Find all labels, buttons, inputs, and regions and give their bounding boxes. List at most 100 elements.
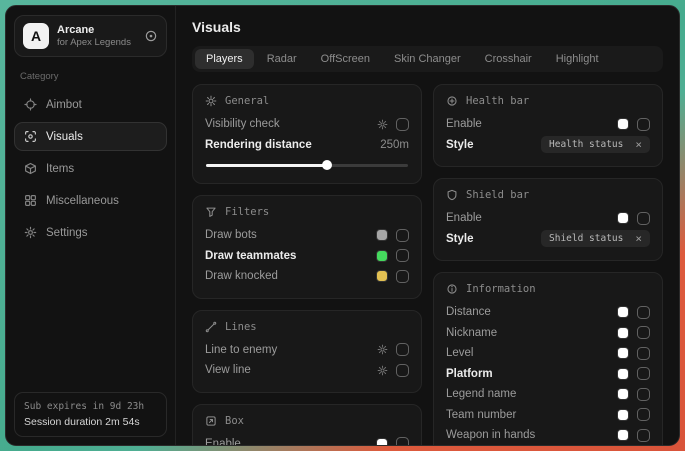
card-box: BoxEnableEnable background (192, 404, 422, 446)
checkbox-legend-name[interactable] (637, 388, 650, 401)
plus-circle-icon (446, 95, 458, 107)
checkbox-draw-knocked[interactable] (396, 270, 409, 283)
sub-expires-text: Sub expires in 9d 23h (24, 401, 157, 412)
sidebar-item-aimbot[interactable]: Aimbot (14, 90, 167, 119)
row-label: View line (205, 364, 251, 376)
setting-row: Enable (446, 114, 650, 135)
color-swatch[interactable] (376, 270, 388, 282)
card-health-bar: Health bar Enable Style Health status× (433, 84, 663, 167)
checkbox-platform[interactable] (637, 367, 650, 380)
color-swatch[interactable] (617, 118, 629, 130)
card-shield-bar: Shield barEnableStyleShield status× (433, 178, 663, 261)
sidebar-item-settings[interactable]: Settings (14, 218, 167, 247)
setting-row: Draw bots (205, 225, 409, 246)
sidebar-item-label: Settings (46, 227, 88, 239)
row-label: Enable (446, 118, 482, 130)
row-label: Enable (446, 212, 482, 224)
card-information: InformationDistanceNicknameLevelPlatform… (433, 272, 663, 445)
color-swatch[interactable] (617, 212, 629, 224)
tab-highlight[interactable]: Highlight (545, 49, 610, 69)
row-controls (376, 249, 409, 262)
color-swatch[interactable] (617, 347, 629, 359)
target-icon[interactable] (144, 29, 158, 43)
settings-icon[interactable] (377, 365, 388, 376)
slider-fill (206, 164, 327, 167)
row-label: Line to enemy (205, 344, 277, 356)
main-panel: Visuals PlayersRadarOffScreenSkin Change… (176, 6, 679, 445)
row-controls: Shield status× (541, 230, 650, 247)
grid-icon (24, 194, 37, 207)
color-swatch[interactable] (617, 306, 629, 318)
color-swatch[interactable] (376, 250, 388, 262)
setting-row: Style Health status× (446, 135, 650, 156)
tab-players[interactable]: Players (195, 49, 254, 69)
sidebar: A Arcane for Apex Legends Category Aimbo… (6, 6, 176, 445)
checkbox-draw-teammates[interactable] (396, 249, 409, 262)
row-controls: 250m (380, 139, 409, 151)
close-icon[interactable]: × (635, 139, 642, 150)
row-label: Style (446, 139, 474, 151)
card-header: General (205, 95, 409, 107)
card-header: Health bar (446, 95, 650, 107)
checkbox-view-line[interactable] (396, 364, 409, 377)
color-swatch[interactable] (617, 429, 629, 441)
slider-thumb[interactable] (322, 160, 332, 170)
color-swatch[interactable] (376, 438, 388, 445)
tab-offscreen[interactable]: OffScreen (310, 49, 381, 69)
color-swatch[interactable] (617, 409, 629, 421)
sidebar-item-label: Aimbot (46, 99, 82, 111)
setting-row: Team number (446, 405, 650, 426)
settings-icon[interactable] (377, 344, 388, 355)
checkbox-enable[interactable] (637, 212, 650, 225)
settings-icon[interactable] (377, 119, 388, 130)
row-label: Visibility check (205, 118, 280, 130)
shield-icon (446, 189, 458, 201)
checkbox-enable[interactable] (637, 118, 650, 131)
tab-skin-changer[interactable]: Skin Changer (383, 49, 472, 69)
checkbox-level[interactable] (637, 347, 650, 360)
card-title: Lines (225, 321, 257, 333)
tab-radar[interactable]: Radar (256, 49, 308, 69)
checkbox-line-to-enemy[interactable] (396, 343, 409, 356)
checkbox-draw-bots[interactable] (396, 229, 409, 242)
sidebar-item-label: Miscellaneous (46, 195, 119, 207)
card-header: Filters (205, 206, 409, 218)
sidebar-item-visuals[interactable]: Visuals (14, 122, 167, 151)
setting-row: Nickname (446, 323, 650, 344)
sidebar-item-items[interactable]: Items (14, 154, 167, 183)
style-select[interactable]: Health status× (541, 136, 650, 153)
style-select[interactable]: Shield status× (541, 230, 650, 247)
rendering-distance-slider[interactable] (206, 161, 408, 170)
row-label: Weapon in hands (446, 429, 535, 441)
sidebar-item-label: Visuals (46, 131, 83, 143)
setting-row: Enable (446, 208, 650, 229)
checkbox-visibility-check[interactable] (396, 118, 409, 131)
close-icon[interactable]: × (635, 233, 642, 244)
setting-row: Weapon in hands (446, 425, 650, 445)
tab-crosshair[interactable]: Crosshair (474, 49, 543, 69)
app-name: Arcane (57, 24, 131, 36)
row-label: Distance (446, 306, 491, 318)
setting-row: Line to enemy (205, 340, 409, 361)
color-swatch[interactable] (617, 388, 629, 400)
checkbox-weapon-in-hands[interactable] (637, 429, 650, 442)
row-controls: Health status× (541, 136, 650, 153)
checkbox-nickname[interactable] (637, 326, 650, 339)
crosshair-icon (24, 98, 37, 111)
sun-icon (205, 95, 217, 107)
color-swatch[interactable] (376, 229, 388, 241)
gear-icon (24, 226, 37, 239)
row-label: Nickname (446, 327, 497, 339)
brand-text: Arcane for Apex Legends (57, 24, 131, 48)
setting-row: Level (446, 343, 650, 364)
sidebar-item-miscellaneous[interactable]: Miscellaneous (14, 186, 167, 215)
checkbox-enable[interactable] (396, 437, 409, 445)
checkbox-distance[interactable] (637, 306, 650, 319)
color-swatch[interactable] (617, 327, 629, 339)
session-duration-text: Session duration 2m 54s (24, 416, 157, 428)
row-label: Enable (205, 438, 241, 445)
cards-area: GeneralVisibility checkRendering distanc… (192, 84, 663, 445)
checkbox-team-number[interactable] (637, 408, 650, 421)
color-swatch[interactable] (617, 368, 629, 380)
setting-row: Legend name (446, 384, 650, 405)
